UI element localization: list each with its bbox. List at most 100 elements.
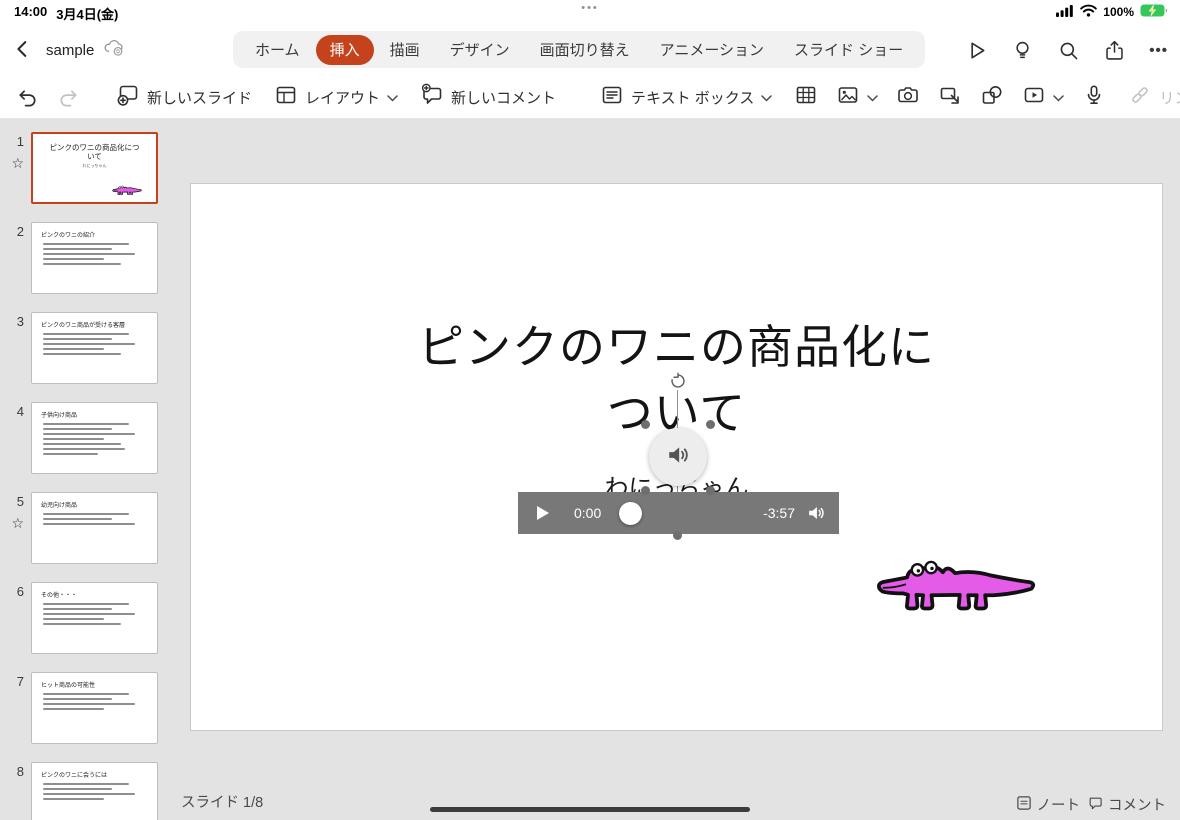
- slide-thumbnail-1[interactable]: ピンクのワニの商品化についてわにっちゃん: [31, 132, 158, 204]
- status-bar: 14:00 3月4日(金) ••• 100%: [0, 0, 1180, 24]
- slide-thumbnail-6[interactable]: その他・・・: [31, 582, 158, 654]
- thumbnail-title: ピンクのワニの商品化について: [49, 143, 140, 161]
- ribbon: sample ホーム 挿入 描画 デザイン 画面切り替え アニメーション スライド ショー …: [0, 24, 1180, 76]
- tab-ホーム[interactable]: ホーム: [241, 35, 314, 65]
- media-volume-icon[interactable]: [805, 502, 827, 529]
- speaker-icon: [664, 441, 692, 474]
- shapes-icon: [980, 83, 1004, 111]
- search-button[interactable]: [1057, 39, 1080, 62]
- slide-number: 4: [16, 404, 24, 419]
- star-icon: ☆: [11, 515, 24, 531]
- slide-number: 2: [16, 224, 24, 239]
- toolbar: 新しいスライド レイアウト 新しいコメント テキスト ボックス リ: [0, 76, 1180, 118]
- selection-handle-top-right[interactable]: [706, 420, 715, 429]
- thumbnail-body-lines: [32, 599, 157, 625]
- thumbnail-body-lines: [32, 689, 157, 710]
- pink-crocodile-thumbnail: [112, 183, 142, 197]
- media-play-button[interactable]: [536, 505, 550, 526]
- redo-button[interactable]: [57, 86, 80, 109]
- picture-button[interactable]: [836, 83, 879, 111]
- screenshot-icon: [938, 83, 962, 111]
- slide-row: 7 ヒット商品の可能性: [0, 672, 180, 744]
- star-icon: ☆: [11, 155, 24, 171]
- battery-icon: [1140, 4, 1168, 20]
- video-button[interactable]: [1022, 83, 1065, 111]
- slide-number: 6: [16, 584, 24, 599]
- cloud-sync-icon[interactable]: [102, 39, 124, 61]
- thumbnail-body-lines: [32, 329, 157, 355]
- ideas-lightbulb-button[interactable]: [1011, 39, 1034, 62]
- slide-row: 2 ピンクのワニの紹介: [0, 222, 180, 294]
- slide-thumbnail-2[interactable]: ピンクのワニの紹介: [31, 222, 158, 294]
- thumbnail-title: ピンクのワニに会うには: [41, 773, 108, 779]
- thumbnail-body-lines: [32, 509, 157, 525]
- selection-handle-top-left[interactable]: [641, 420, 650, 429]
- pink-crocodile-drawing[interactable]: [876, 546, 1036, 622]
- present-button[interactable]: [965, 39, 988, 62]
- audio-record-button[interactable]: [1082, 83, 1106, 111]
- table-button[interactable]: [794, 83, 818, 111]
- comments-button[interactable]: コメント: [1088, 794, 1166, 815]
- camera-icon: [896, 83, 920, 111]
- share-button[interactable]: [1103, 39, 1126, 62]
- media-scrubber-knob[interactable]: [619, 502, 642, 525]
- shapes-button[interactable]: [980, 83, 1004, 111]
- home-indicator[interactable]: [430, 807, 750, 812]
- selection-handle-bottom-left[interactable]: [641, 486, 650, 495]
- new-comment-icon: [420, 83, 444, 111]
- video-icon: [1022, 83, 1046, 111]
- selection-handle-bottom[interactable]: [673, 531, 682, 540]
- comment-icon: [1088, 796, 1102, 814]
- cellular-icon: [1056, 4, 1074, 20]
- layout-button[interactable]: レイアウト: [274, 83, 398, 111]
- text-box-icon: [600, 83, 624, 111]
- layout-icon: [274, 83, 298, 111]
- link-button[interactable]: リンク: [1128, 83, 1180, 111]
- tab-画面切り替え[interactable]: 画面切り替え: [526, 35, 644, 65]
- media-current-time: 0:00: [574, 505, 602, 521]
- footer-bar: スライド 1/8 ノート コメント: [0, 788, 1180, 820]
- notes-button[interactable]: ノート: [1016, 794, 1080, 815]
- slide-panel: 1 ☆ ピンクのワニの商品化について わにっちゃん 2 ピンクのワニの紹介 3 ピンクのワニ商…: [0, 118, 180, 820]
- tab-デザイン[interactable]: デザイン: [436, 35, 524, 65]
- tab-アニメーション[interactable]: アニメーション: [646, 35, 778, 65]
- screenshot-button[interactable]: [938, 83, 962, 111]
- slide-canvas[interactable]: ピンクのワニの商品化に ついて わにっちゃん 0:00 -3:57: [190, 183, 1163, 731]
- media-remaining-time: -3:57: [763, 505, 795, 521]
- tab-描画[interactable]: 描画: [376, 35, 434, 65]
- text-box-button[interactable]: テキスト ボックス: [600, 83, 773, 111]
- multitasking-dots[interactable]: •••: [0, 2, 1180, 14]
- chevron-down-icon: [761, 89, 773, 106]
- thumbnail-title: ピンクのワニの紹介: [41, 233, 96, 239]
- microphone-icon: [1082, 83, 1106, 111]
- battery-percent: 100%: [1103, 5, 1134, 19]
- camera-button[interactable]: [896, 83, 920, 111]
- thumbnail-title: ヒット商品の可能性: [41, 683, 96, 689]
- tab-挿入[interactable]: 挿入: [315, 34, 374, 65]
- chevron-down-icon: [1053, 89, 1065, 106]
- chevron-down-icon: [387, 89, 398, 106]
- undo-button[interactable]: [16, 86, 39, 109]
- more-options-button[interactable]: •••: [1149, 42, 1168, 59]
- slide-thumbnail-7[interactable]: ヒット商品の可能性: [31, 672, 158, 744]
- rotate-handle-icon[interactable]: [669, 372, 687, 395]
- ribbon-tabs: ホーム 挿入 描画 デザイン 画面切り替え アニメーション スライド ショー: [233, 31, 926, 68]
- table-icon: [794, 83, 818, 111]
- slide-thumbnail-5[interactable]: 幼児向け商品: [31, 492, 158, 564]
- new-slide-button[interactable]: 新しいスライド: [116, 83, 252, 111]
- document-title: sample: [46, 41, 95, 59]
- slide-thumbnail-4[interactable]: 子供向け商品: [31, 402, 158, 474]
- powerpoint-app: 14:00 3月4日(金) ••• 100% sample ホーム 挿入 描画 デザイ…: [0, 0, 1180, 820]
- new-comment-button[interactable]: 新しいコメント: [420, 83, 556, 111]
- thumbnail-body-lines: [32, 419, 157, 455]
- tab-スライド-ショー[interactable]: スライド ショー: [780, 35, 917, 65]
- audio-object[interactable]: [649, 428, 707, 486]
- new-slide-icon: [116, 83, 140, 111]
- wifi-icon: [1080, 4, 1098, 20]
- selection-handle-bottom-right[interactable]: [706, 486, 715, 495]
- slide-list: 1 ☆ ピンクのワニの商品化について わにっちゃん 2 ピンクのワニの紹介 3 ピンクのワニ商…: [0, 118, 180, 820]
- picture-icon: [836, 83, 860, 111]
- slide-thumbnail-3[interactable]: ピンクのワニ商品が受ける客層: [31, 312, 158, 384]
- thumbnail-subtitle: わにっちゃん: [82, 163, 107, 168]
- back-button[interactable]: [12, 38, 34, 63]
